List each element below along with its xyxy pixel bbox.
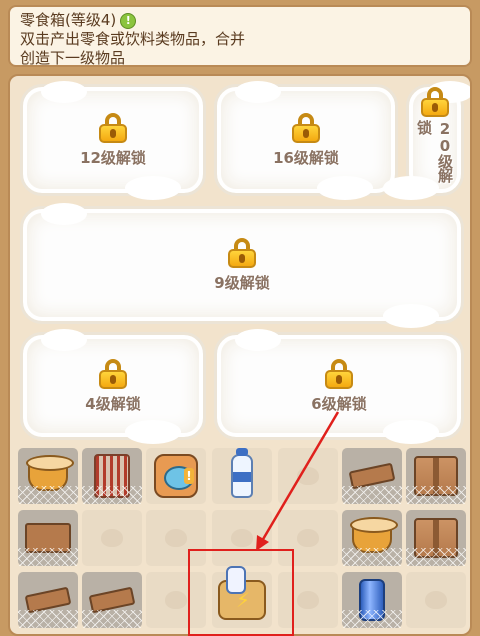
grid-cell-empty[interactable] bbox=[278, 448, 338, 504]
grid-cell-noodle-cup[interactable] bbox=[342, 510, 402, 566]
grid-cell-empty[interactable] bbox=[82, 510, 142, 566]
item-description-line-1: 双击产出零食或饮料类物品，合并 bbox=[20, 30, 246, 48]
item-info-panel: 零食箱(等级4) ! 双击产出零食或饮料类物品，合并 创造下一级物品 bbox=[8, 5, 472, 67]
lock-icon bbox=[228, 237, 256, 268]
grid-cell-crate[interactable] bbox=[342, 448, 402, 504]
grid-cell-crate[interactable] bbox=[18, 510, 78, 566]
locked-area-20[interactable]: 20级解锁 bbox=[383, 81, 470, 200]
hint-icon[interactable]: ! bbox=[120, 12, 137, 29]
lock-label: 4级解锁 bbox=[85, 394, 141, 413]
grid-cell-soda-can[interactable] bbox=[342, 572, 402, 628]
lock-icon bbox=[99, 358, 127, 389]
lock-icon bbox=[99, 112, 127, 143]
selection-highlight bbox=[188, 549, 294, 636]
lock-label: 12级解锁 bbox=[80, 148, 146, 167]
lock-label: 6级解锁 bbox=[311, 394, 367, 413]
milk-bottle-icon bbox=[231, 448, 253, 498]
toast-box-icon bbox=[154, 454, 198, 498]
lock-icon bbox=[292, 112, 320, 143]
locked-area-12[interactable]: 12级解锁 bbox=[20, 81, 206, 200]
grid-cell-noodle-cup[interactable] bbox=[18, 448, 78, 504]
lock-label: 9级解锁 bbox=[214, 273, 270, 292]
item-title: 零食箱(等级4) bbox=[20, 11, 117, 29]
grid-cell-box[interactable] bbox=[406, 510, 466, 566]
locked-area-16[interactable]: 16级解锁 bbox=[214, 81, 398, 200]
grid-cell-chips[interactable] bbox=[82, 448, 142, 504]
grid-cell-box[interactable] bbox=[406, 448, 466, 504]
locked-area-9[interactable]: 9级解锁 bbox=[20, 203, 464, 328]
locked-area-4[interactable]: 4级解锁 bbox=[20, 329, 206, 444]
lock-icon bbox=[325, 358, 353, 389]
grid-cell-plank[interactable] bbox=[18, 572, 78, 628]
grid-cell-empty[interactable] bbox=[406, 572, 466, 628]
lock-label: 20级解锁 bbox=[415, 119, 454, 182]
lock-icon bbox=[421, 87, 449, 117]
locked-area-6[interactable]: 6级解锁 bbox=[214, 329, 464, 444]
lock-label: 16级解锁 bbox=[273, 148, 339, 167]
grid-cell-plank[interactable] bbox=[82, 572, 142, 628]
grid-cell-toast-box[interactable] bbox=[146, 448, 206, 504]
item-description-line-2: 创造下一级物品 bbox=[20, 49, 126, 67]
grid-cell-milk-bottle[interactable] bbox=[212, 448, 272, 504]
